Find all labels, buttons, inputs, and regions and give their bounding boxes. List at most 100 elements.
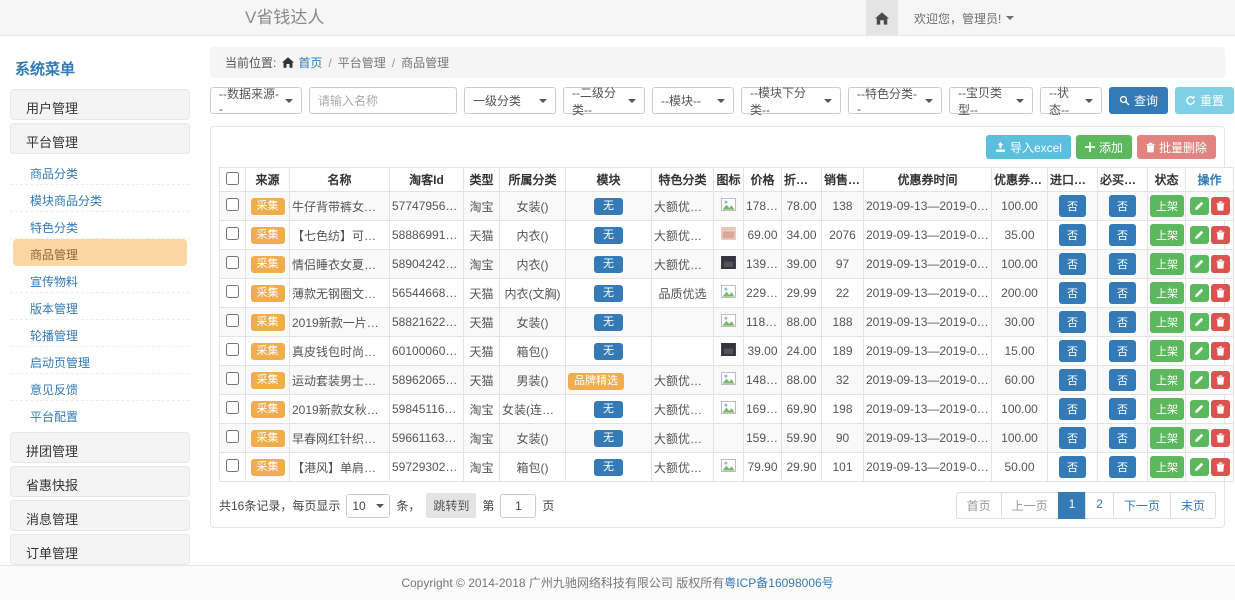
- row-checkbox[interactable]: [226, 430, 239, 443]
- filter-select[interactable]: --二级分类--: [563, 87, 645, 114]
- import-toggle-button[interactable]: 否: [1059, 456, 1086, 478]
- import-toggle-button[interactable]: 否: [1059, 253, 1086, 275]
- page-button[interactable]: 末页: [1170, 492, 1216, 519]
- import-toggle-button[interactable]: 否: [1059, 224, 1086, 246]
- sidebar-item[interactable]: 商品分类: [10, 158, 190, 185]
- row-checkbox[interactable]: [226, 285, 239, 298]
- sidebar-item[interactable]: 平台配置: [10, 401, 190, 428]
- sidebar-item[interactable]: 轮播管理: [10, 320, 190, 347]
- sidebar-item-active[interactable]: 商品管理: [13, 239, 187, 266]
- status-button[interactable]: 上架: [1150, 311, 1184, 333]
- import-toggle-button[interactable]: 否: [1059, 195, 1086, 217]
- row-checkbox[interactable]: [226, 314, 239, 327]
- page-number-input[interactable]: [500, 494, 536, 518]
- must-buy-toggle-button[interactable]: 否: [1109, 398, 1136, 420]
- user-menu[interactable]: 欢迎您，管理员!: [898, 10, 1014, 27]
- import-toggle-button[interactable]: 否: [1059, 398, 1086, 420]
- jump-button[interactable]: 跳转到: [426, 493, 476, 518]
- delete-button[interactable]: [1211, 400, 1230, 418]
- row-checkbox[interactable]: [226, 459, 239, 472]
- filter-select[interactable]: --模块--: [652, 87, 734, 114]
- sidebar-item[interactable]: 模块商品分类: [10, 185, 190, 212]
- edit-button[interactable]: [1190, 226, 1209, 244]
- row-checkbox[interactable]: [226, 227, 239, 240]
- status-button[interactable]: 上架: [1150, 398, 1184, 420]
- delete-button[interactable]: [1211, 284, 1230, 302]
- delete-button[interactable]: [1211, 226, 1230, 244]
- filter-select[interactable]: --数据来源--: [210, 87, 302, 114]
- sidebar-group[interactable]: 拼团管理: [10, 432, 190, 463]
- delete-button[interactable]: [1211, 197, 1230, 215]
- per-page-select[interactable]: 10: [346, 494, 390, 518]
- filter-select[interactable]: --模块下分类--: [741, 87, 841, 114]
- sidebar-group[interactable]: 平台管理: [10, 123, 190, 154]
- delete-button[interactable]: [1211, 313, 1230, 331]
- edit-button[interactable]: [1190, 371, 1209, 389]
- edit-button[interactable]: [1190, 255, 1209, 273]
- status-button[interactable]: 上架: [1150, 369, 1184, 391]
- status-button[interactable]: 上架: [1150, 195, 1184, 217]
- status-button[interactable]: 上架: [1150, 224, 1184, 246]
- must-buy-toggle-button[interactable]: 否: [1109, 224, 1136, 246]
- filter-select[interactable]: --状态--: [1040, 87, 1102, 114]
- status-button[interactable]: 上架: [1150, 340, 1184, 362]
- page-button[interactable]: 下一页: [1113, 492, 1171, 519]
- must-buy-toggle-button[interactable]: 否: [1109, 253, 1136, 275]
- must-buy-toggle-button[interactable]: 否: [1109, 340, 1136, 362]
- select-all-checkbox[interactable]: [226, 172, 239, 185]
- sidebar-group[interactable]: 省惠快报: [10, 466, 190, 497]
- edit-button[interactable]: [1190, 284, 1209, 302]
- sidebar-group[interactable]: 消息管理: [10, 500, 190, 531]
- must-buy-toggle-button[interactable]: 否: [1109, 369, 1136, 391]
- must-buy-toggle-button[interactable]: 否: [1109, 195, 1136, 217]
- breadcrumb-home-link[interactable]: 首页: [282, 54, 322, 71]
- name-search-input[interactable]: [309, 87, 457, 114]
- edit-button[interactable]: [1190, 342, 1209, 360]
- must-buy-toggle-button[interactable]: 否: [1109, 456, 1136, 478]
- sidebar-item[interactable]: 宣传物料: [10, 266, 190, 293]
- row-checkbox[interactable]: [226, 343, 239, 356]
- edit-button[interactable]: [1190, 458, 1209, 476]
- status-button[interactable]: 上架: [1150, 427, 1184, 449]
- icp-link[interactable]: 粤ICP备16098006号: [724, 576, 833, 590]
- delete-button[interactable]: [1211, 255, 1230, 273]
- import-toggle-button[interactable]: 否: [1059, 427, 1086, 449]
- delete-button[interactable]: [1211, 371, 1230, 389]
- status-button[interactable]: 上架: [1150, 253, 1184, 275]
- status-button[interactable]: 上架: [1150, 456, 1184, 478]
- home-button[interactable]: [866, 0, 898, 36]
- sidebar-group[interactable]: 用户管理: [10, 89, 190, 120]
- sidebar-item[interactable]: 特色分类: [10, 212, 190, 239]
- import-toggle-button[interactable]: 否: [1059, 369, 1086, 391]
- edit-button[interactable]: [1190, 400, 1209, 418]
- filter-select[interactable]: 一级分类: [464, 87, 556, 114]
- sidebar-item[interactable]: 意见反馈: [10, 374, 190, 401]
- import-excel-button[interactable]: 导入excel: [986, 135, 1071, 159]
- delete-button[interactable]: [1211, 429, 1230, 447]
- row-checkbox[interactable]: [226, 401, 239, 414]
- edit-button[interactable]: [1190, 313, 1209, 331]
- edit-button[interactable]: [1190, 429, 1209, 447]
- delete-button[interactable]: [1211, 458, 1230, 476]
- page-button[interactable]: 1: [1058, 492, 1087, 519]
- import-toggle-button[interactable]: 否: [1059, 311, 1086, 333]
- search-button[interactable]: 查询: [1109, 87, 1168, 114]
- must-buy-toggle-button[interactable]: 否: [1109, 282, 1136, 304]
- page-button[interactable]: 首页: [956, 492, 1002, 519]
- filter-select[interactable]: --宝贝类型--: [949, 87, 1033, 114]
- import-toggle-button[interactable]: 否: [1059, 282, 1086, 304]
- batch-delete-button[interactable]: 批量删除: [1137, 135, 1216, 159]
- must-buy-toggle-button[interactable]: 否: [1109, 427, 1136, 449]
- sidebar-item[interactable]: 启动页管理: [10, 347, 190, 374]
- import-toggle-button[interactable]: 否: [1059, 340, 1086, 362]
- status-button[interactable]: 上架: [1150, 282, 1184, 304]
- edit-button[interactable]: [1190, 197, 1209, 215]
- row-checkbox[interactable]: [226, 256, 239, 269]
- row-checkbox[interactable]: [226, 198, 239, 211]
- page-button[interactable]: 2: [1085, 492, 1114, 519]
- page-button[interactable]: 上一页: [1001, 492, 1059, 519]
- row-checkbox[interactable]: [226, 372, 239, 385]
- delete-button[interactable]: [1211, 342, 1230, 360]
- sidebar-item[interactable]: 版本管理: [10, 293, 190, 320]
- must-buy-toggle-button[interactable]: 否: [1109, 311, 1136, 333]
